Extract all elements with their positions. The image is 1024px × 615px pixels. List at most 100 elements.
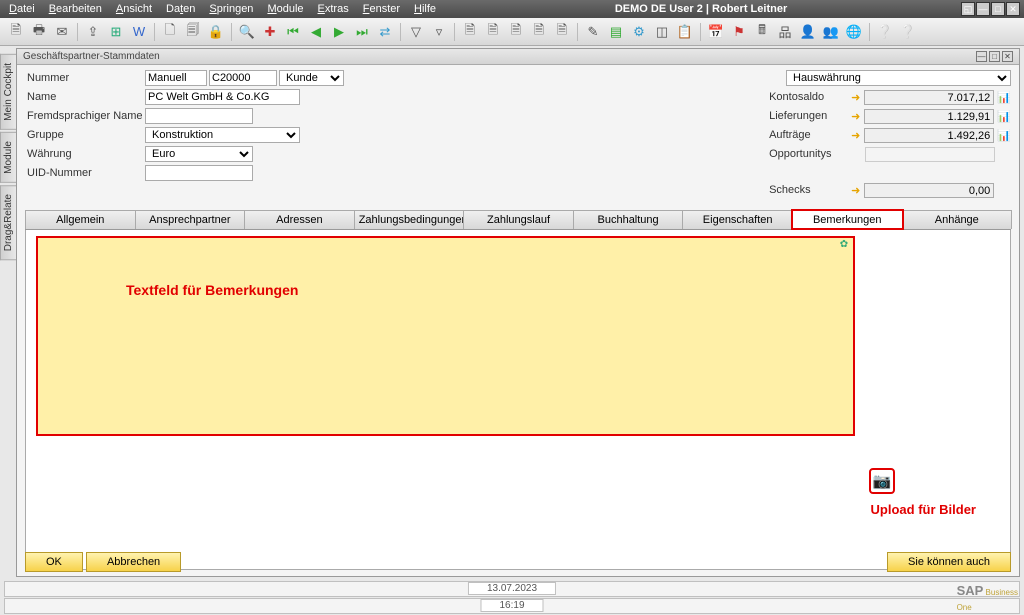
lieferungen-link-icon[interactable]: ➜ (851, 110, 860, 123)
close-icon[interactable]: ✕ (1006, 2, 1020, 16)
excel-icon[interactable]: ⊞ (106, 22, 126, 42)
main-toolbar: 🗎 🖶 ✉ ⇪ ⊞ W 🗋 🗐 🔒 🔍 ✚ ⏮ ◀ ▶ ⏭ ⇄ ▽ ▿ 🗎 🗎 … (0, 18, 1024, 46)
minimize-icon[interactable]: — (976, 2, 990, 16)
refresh-icon[interactable]: ⇄ (375, 22, 395, 42)
layout-icon[interactable]: ▤ (606, 22, 626, 42)
settings-icon[interactable]: ⚙ (629, 22, 649, 42)
tab-ansprechpartner[interactable]: Ansprechpartner (135, 210, 246, 229)
kontosaldo-value: 7.017,12 (864, 90, 994, 105)
kontosaldo-link-icon[interactable]: ➜ (851, 91, 860, 104)
edit-icon[interactable]: ✎ (583, 22, 603, 42)
sidetab-cockpit[interactable]: Mein Cockpit (0, 54, 16, 130)
calendar-icon[interactable]: 📅 (706, 22, 726, 42)
alert-icon[interactable]: ⚑ (729, 22, 749, 42)
schecks-label: Schecks (767, 184, 847, 196)
add-icon[interactable]: ✚ (260, 22, 280, 42)
pivot-icon[interactable]: ◫ (652, 22, 672, 42)
nav-first-icon[interactable]: ⏮ (283, 22, 303, 42)
sidetab-module[interactable]: Module (0, 132, 16, 183)
menu-daten[interactable]: Daten (161, 2, 200, 16)
tab-bemerkungen[interactable]: Bemerkungen (792, 210, 903, 229)
auftraege-link-icon[interactable]: ➜ (851, 129, 860, 142)
kind-select[interactable]: Kunde (279, 70, 344, 86)
find-icon[interactable]: 🔍 (237, 22, 257, 42)
tab-buchhaltung[interactable]: Buchhaltung (573, 210, 684, 229)
remarks-annotation: Textfeld für Bemerkungen (126, 282, 298, 298)
menu-bearbeiten[interactable]: Bearbeiten (44, 2, 107, 16)
auftraege-label: Aufträge (767, 129, 847, 141)
page1-icon[interactable]: 🗎 (460, 22, 480, 42)
opportunitys-value (865, 147, 995, 162)
mail-icon[interactable]: ✉ (52, 22, 72, 42)
auftraege-chart-icon[interactable]: 📊 (997, 129, 1011, 142)
menu-datei[interactable]: Datei (4, 2, 40, 16)
nav-next-icon[interactable]: ▶ (329, 22, 349, 42)
cancel-button[interactable]: Abbrechen (86, 552, 181, 572)
form-minimize-icon[interactable]: — (976, 51, 987, 62)
ok-button[interactable]: OK (25, 552, 83, 572)
menu-ansicht[interactable]: Ansicht (111, 2, 157, 16)
filter-icon[interactable]: ▽ (406, 22, 426, 42)
menu-module[interactable]: Module (262, 2, 308, 16)
help2-icon[interactable]: ❔ (898, 22, 918, 42)
gruppe-select[interactable]: Konstruktion (145, 127, 300, 143)
sidetab-dragrelate[interactable]: Drag&Relate (0, 185, 16, 260)
tab-adressen[interactable]: Adressen (244, 210, 355, 229)
tab-zahlungsbedingungen[interactable]: Zahlungsbedingungen (354, 210, 465, 229)
lieferungen-chart-icon[interactable]: 📊 (997, 110, 1011, 123)
tab-zahlungslauf[interactable]: Zahlungslauf (463, 210, 574, 229)
format-text-icon[interactable]: ✿ (838, 238, 850, 250)
form-maximize-icon[interactable]: □ (989, 51, 1000, 62)
menu-fenster[interactable]: Fenster (358, 2, 405, 16)
menu-hilfe[interactable]: Hilfe (409, 2, 441, 16)
maximize-icon[interactable]: □ (991, 2, 1005, 16)
word-icon[interactable]: W (129, 22, 149, 42)
menu-extras[interactable]: Extras (313, 2, 354, 16)
restore-window-icon[interactable]: ◱ (961, 2, 975, 16)
form-close-icon[interactable]: ✕ (1002, 51, 1013, 62)
lieferungen-value: 1.129,91 (864, 109, 994, 124)
page2-icon[interactable]: 🗎 (483, 22, 503, 42)
tab-anhaenge[interactable]: Anhänge (902, 210, 1013, 229)
bpcode-input[interactable] (209, 70, 277, 86)
schecks-link-icon[interactable]: ➜ (851, 184, 860, 197)
status-bar-top: 13.07.2023 (4, 581, 1020, 597)
export-icon[interactable]: ⇪ (83, 22, 103, 42)
schecks-value: 0,00 (864, 183, 994, 198)
status-time: 16:19 (480, 599, 543, 612)
manuell-input[interactable] (145, 70, 207, 86)
image-upload-button[interactable]: 📷 (869, 468, 895, 494)
page3-icon[interactable]: 🗎 (506, 22, 526, 42)
nav-prev-icon[interactable]: ◀ (306, 22, 326, 42)
hauswaehrung-select[interactable]: Hauswährung (786, 70, 1011, 86)
doc-copy-icon[interactable]: 🗐 (183, 22, 203, 42)
kontosaldo-chart-icon[interactable]: 📊 (997, 91, 1011, 104)
page4-icon[interactable]: 🗎 (529, 22, 549, 42)
name-input[interactable] (145, 89, 300, 105)
preview-icon[interactable]: 🗎 (6, 22, 26, 42)
tab-allgemein[interactable]: Allgemein (25, 210, 136, 229)
calculator-icon[interactable]: 🖩 (752, 22, 772, 42)
tab-eigenschaften[interactable]: Eigenschaften (682, 210, 793, 229)
remarks-textarea[interactable] (36, 236, 855, 436)
uid-input[interactable] (145, 165, 253, 181)
org-icon[interactable]: 品 (775, 22, 795, 42)
name-label: Name (25, 91, 145, 103)
waehrung-select[interactable]: Euro (145, 146, 253, 162)
page5-icon[interactable]: 🗎 (552, 22, 572, 42)
lieferungen-label: Lieferungen (767, 110, 847, 122)
user-icon[interactable]: 👤 (798, 22, 818, 42)
globe-icon[interactable]: 🌐 (844, 22, 864, 42)
doc-new-icon[interactable]: 🗋 (160, 22, 180, 42)
sort-icon[interactable]: ▿ (429, 22, 449, 42)
menu-springen[interactable]: Springen (204, 2, 258, 16)
upload-annotation: Upload für Bilder (871, 502, 976, 517)
partner-icon[interactable]: 👥 (821, 22, 841, 42)
print-icon[interactable]: 🖶 (29, 22, 49, 42)
lock-icon[interactable]: 🔒 (206, 22, 226, 42)
clipboard-icon[interactable]: 📋 (675, 22, 695, 42)
you-can-also-button[interactable]: Sie können auch (887, 552, 1011, 572)
nav-last-icon[interactable]: ⏭ (352, 22, 372, 42)
fremd-input[interactable] (145, 108, 253, 124)
help1-icon[interactable]: ❔ (875, 22, 895, 42)
